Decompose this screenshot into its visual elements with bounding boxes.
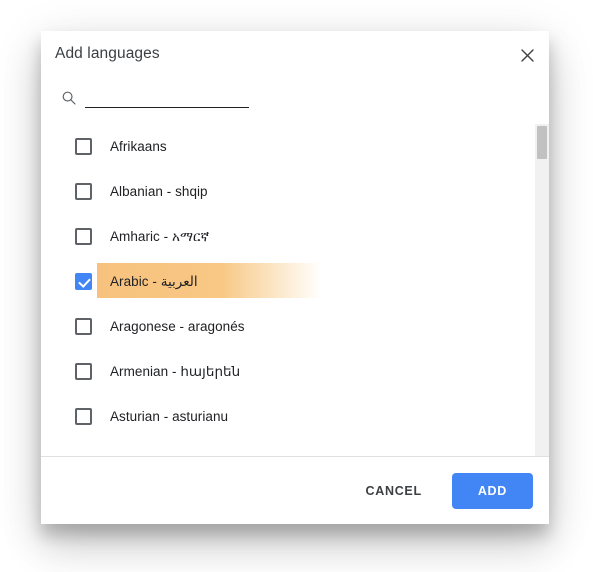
search-input[interactable] [85,82,249,108]
language-list-item[interactable]: Arabic - العربية [41,259,549,304]
language-checkbox[interactable] [75,138,92,155]
language-list-item[interactable]: Aragonese - aragonés [41,304,549,349]
dialog-header: Add languages [41,31,549,78]
add-languages-dialog: Add languages Afrikaans Albanian - shqip… [41,31,549,524]
language-checkbox[interactable] [75,273,92,290]
language-checkbox[interactable] [75,183,92,200]
language-checkbox[interactable] [75,228,92,245]
vertical-scrollbar-track[interactable] [535,124,549,456]
dialog-footer: CANCEL ADD [41,457,549,524]
language-list[interactable]: Afrikaans Albanian - shqip Amharic - አማርኛ A… [41,124,549,456]
language-list-container: Afrikaans Albanian - shqip Amharic - አማርኛ A… [41,124,549,457]
language-list-item[interactable]: Asturian - asturianu [41,394,549,439]
cancel-button[interactable]: CANCEL [352,474,436,508]
language-list-item[interactable]: Albanian - shqip [41,169,549,214]
search-icon [61,90,77,106]
language-label: Afrikaans [110,139,167,154]
language-checkbox[interactable] [75,318,92,335]
language-checkbox[interactable] [75,363,92,380]
language-list-item[interactable]: Amharic - አማርኛ [41,214,549,259]
language-label: Asturian - asturianu [110,409,229,424]
language-label: Aragonese - aragonés [110,319,245,334]
language-list-item[interactable]: Armenian - հայերեն [41,349,549,394]
dialog-title: Add languages [55,45,160,62]
close-icon [520,48,534,62]
language-label: Arabic - العربية [110,273,198,289]
language-label: Amharic - አማርኛ [110,228,210,244]
close-button[interactable] [513,41,541,69]
language-label: Armenian - հայերեն [110,363,241,379]
search-row [41,78,549,124]
language-checkbox[interactable] [75,408,92,425]
language-list-item[interactable]: Afrikaans [41,124,549,169]
vertical-scrollbar-thumb[interactable] [537,126,547,159]
add-button[interactable]: ADD [451,472,533,509]
screen: Add languages Afrikaans Albanian - shqip… [0,0,593,572]
language-label: Albanian - shqip [110,184,208,199]
